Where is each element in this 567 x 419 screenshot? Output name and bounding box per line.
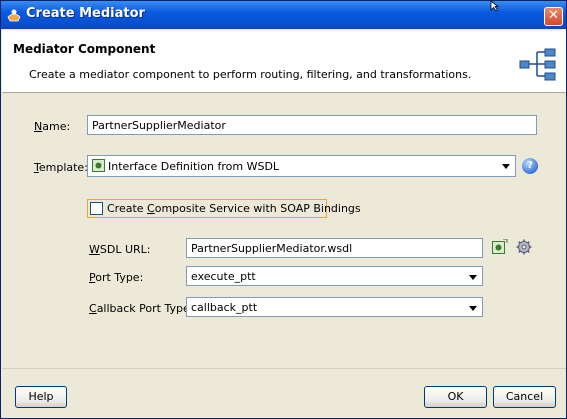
wsdl-url-label: WSDL URL: xyxy=(89,243,151,256)
callback-port-type-select[interactable]: callback_ptt xyxy=(186,297,483,317)
create-mediator-dialog: Create Mediator ✕ Mediator Component Cre… xyxy=(0,0,567,419)
chevron-down-icon xyxy=(502,164,510,169)
port-type-select[interactable]: execute_ptt xyxy=(186,266,483,286)
port-type-select-value: execute_ptt xyxy=(191,270,256,283)
mediator-component-icon xyxy=(519,48,556,81)
composite-service-checkbox[interactable] xyxy=(90,202,103,215)
template-select[interactable]: Interface Definition from WSDL xyxy=(87,155,516,177)
ok-button[interactable]: OK xyxy=(424,386,487,408)
chevron-down-icon xyxy=(469,275,477,280)
name-label: Name: xyxy=(34,120,71,133)
button-bar-divider xyxy=(2,368,566,369)
chevron-down-icon xyxy=(469,306,477,311)
wsdl-url-input[interactable]: PartnerSupplierMediator.wsdl xyxy=(186,238,483,258)
wizard-header: Mediator Component Create a mediator com… xyxy=(2,30,566,93)
close-button[interactable]: ✕ xyxy=(544,7,563,26)
composite-service-label: Create Composite Service with SOAP Bindi… xyxy=(107,202,361,215)
port-type-label: Port Type: xyxy=(89,271,144,284)
help-button[interactable]: Help xyxy=(15,386,67,408)
title-bar[interactable]: Create Mediator ✕ xyxy=(1,1,566,29)
callback-port-type-label: Callback Port Type: xyxy=(89,302,194,315)
header-description: Create a mediator component to perform r… xyxy=(29,68,472,81)
composite-service-option[interactable]: Create Composite Service with SOAP Bindi… xyxy=(87,199,361,218)
window-title: Create Mediator xyxy=(26,6,145,21)
help-icon[interactable]: ? xyxy=(522,158,538,174)
cancel-button[interactable]: Cancel xyxy=(493,386,556,408)
name-input[interactable]: PartnerSupplierMediator xyxy=(87,115,537,135)
gear-icon[interactable] xyxy=(516,239,532,255)
callback-port-type-select-value: callback_ptt xyxy=(191,301,258,314)
browse-wsdl-icon[interactable] xyxy=(492,239,508,255)
wsdl-interface-icon xyxy=(92,159,105,172)
template-label: Template: xyxy=(34,161,88,174)
template-select-value: Interface Definition from WSDL xyxy=(108,160,280,173)
header-title: Mediator Component xyxy=(13,42,156,56)
mouse-cursor-icon xyxy=(490,1,500,11)
mediator-app-icon xyxy=(7,9,21,22)
